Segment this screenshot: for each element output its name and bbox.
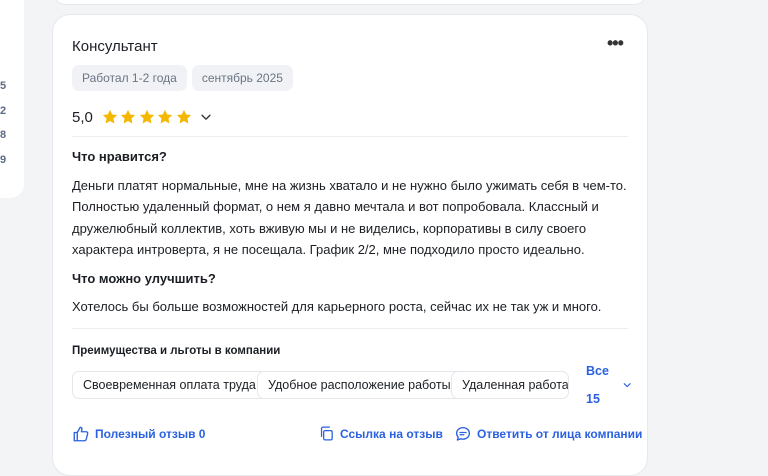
copy-link-icon	[320, 426, 333, 441]
rating-row: 5,0	[72, 108, 213, 126]
star-icon	[176, 109, 191, 124]
benefits-show-all-button[interactable]: Все 15	[566, 364, 632, 406]
divider	[72, 328, 628, 329]
star-icon	[102, 109, 117, 124]
benefit-chip: Удаленная работа	[451, 371, 569, 399]
sidebar-number: 5	[0, 80, 7, 92]
sidebar-panel: 5 2 8 9	[0, 0, 24, 198]
likes-text: Деньги платят нормальные, мне на жизнь х…	[72, 178, 627, 257]
star-icon	[139, 109, 154, 124]
benefit-chip: Удобное расположение работы	[257, 371, 462, 399]
rating-value: 5,0	[72, 108, 93, 126]
previous-card-bottom	[52, 0, 648, 5]
tenure-tag: Работал 1-2 года	[72, 65, 187, 91]
sidebar-numbers: 5 2 8 9	[0, 79, 10, 177]
sidebar-number: 9	[0, 153, 7, 166]
more-icon[interactable]: •••	[607, 34, 624, 52]
company-reply-label: Ответить от лица компании	[477, 427, 643, 441]
divider	[72, 136, 628, 137]
review-card: Консультант ••• Работал 1-2 года сентябр…	[52, 14, 648, 476]
benefits-show-all-label: Все 15	[586, 364, 609, 406]
improve-text: Хотелось бы больше возможностей для карь…	[72, 299, 602, 314]
helpful-review-button[interactable]: Полезный отзыв 0	[72, 425, 205, 443]
review-link-label: Ссылка на отзыв	[340, 426, 443, 441]
benefits-list: Своевременная оплата труда Удобное распо…	[72, 364, 632, 406]
sidebar-number: 2	[0, 104, 7, 117]
improve-heading: Что можно улучшить?	[72, 271, 216, 286]
company-reply-button[interactable]: Ответить от лица компании	[454, 425, 642, 443]
thumbs-up-icon	[73, 426, 89, 442]
date-tag: сентябрь 2025	[191, 65, 293, 91]
review-meta-tags: Работал 1-2 года сентябрь 2025	[72, 65, 293, 91]
sidebar-number: 8	[0, 129, 7, 141]
review-link-button[interactable]: Ссылка на отзыв	[318, 425, 443, 442]
review-position-title: Консультант	[72, 38, 158, 55]
star-icon	[121, 109, 136, 124]
benefits-heading: Преимущества и льготы в компании	[72, 345, 281, 357]
likes-heading: Что нравится?	[72, 149, 167, 164]
star-icon	[158, 109, 173, 124]
chevron-down-icon	[623, 383, 631, 388]
rating-stars	[101, 108, 194, 126]
chevron-down-icon[interactable]	[199, 110, 213, 124]
chat-reply-icon	[455, 426, 471, 441]
helpful-review-label: Полезный отзыв 0	[95, 427, 206, 441]
benefit-chip: Своевременная оплата труда	[72, 371, 267, 399]
